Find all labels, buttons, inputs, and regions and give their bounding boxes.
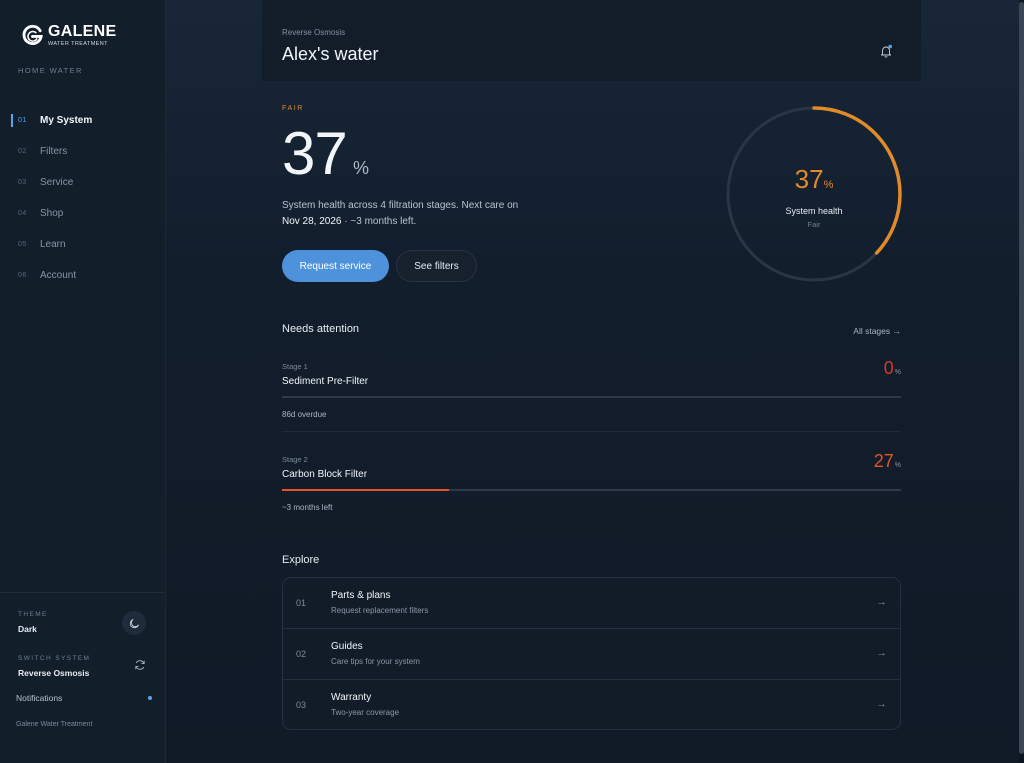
page-scrollbar[interactable]: [1019, 0, 1024, 763]
explore-item-subtitle: Two-year coverage: [331, 708, 400, 717]
status-badge: FAIR: [282, 105, 304, 112]
next-care-date: Nov 28, 2026: [282, 216, 342, 227]
footer-company: Galene Water Treatment: [16, 721, 93, 728]
sidebar-footer: THEME Dark SWITCH SYSTEM Reverse Osmosis…: [0, 592, 166, 728]
explore-item-number: 01: [296, 598, 307, 608]
stage-number: Stage 2: [282, 455, 308, 464]
stage-percent-value: 0: [883, 358, 894, 378]
brand-name: GALENE: [48, 23, 117, 40]
switch-system: SWITCH SYSTEM Reverse Osmosis: [18, 655, 90, 678]
theme-label: THEME: [18, 611, 48, 618]
brand-logo[interactable]: GALENE WATER TREATMENT: [21, 24, 116, 48]
gauge-label: System health: [785, 206, 843, 216]
stage-name: Sediment Pre-Filter: [282, 376, 369, 387]
explore-item-parts-plans[interactable]: 01 Parts & plans Request replacement fil…: [283, 578, 900, 629]
moon-icon: [129, 618, 139, 628]
notification-dot: [148, 696, 152, 700]
health-desc-prefix: System health across 4 filtration stages…: [282, 200, 519, 211]
gauge-number: 37: [794, 164, 824, 194]
arrow-right-icon: →: [876, 647, 887, 659]
health-value: 37: [282, 120, 348, 187]
brand-subtitle: WATER TREATMENT: [48, 41, 108, 47]
nav-number: 04: [18, 210, 27, 217]
gauge-status: Fair: [807, 220, 821, 229]
galene-logo-icon: [22, 25, 43, 46]
request-service-button[interactable]: Request service: [282, 250, 389, 282]
theme-toggle-button[interactable]: [122, 611, 146, 635]
nav-number: 05: [18, 241, 27, 248]
stage-percent-unit: %: [894, 369, 901, 376]
stage-note: ~3 months left: [282, 503, 333, 512]
sidebar: GALENE WATER TREATMENT HOME WATER 01 My …: [0, 0, 166, 763]
explore-item-subtitle: Request replacement filters: [331, 606, 429, 615]
explore-title: Explore: [282, 554, 320, 566]
gauge-unit: %: [823, 179, 834, 191]
notifications-link[interactable]: Notifications: [16, 693, 152, 703]
nav-label: Filters: [40, 146, 68, 157]
nav-number: 06: [18, 272, 27, 279]
explore-item-title: Warranty: [331, 692, 372, 703]
explore-item-guides[interactable]: 02 Guides Care tips for your system →: [283, 629, 900, 680]
switch-system-value: Reverse Osmosis: [18, 668, 90, 678]
page-title: Alex's water: [282, 44, 379, 64]
stage-card-1[interactable]: Stage 1 Sediment Pre-Filter 0% 86d overd…: [282, 358, 901, 419]
explore-item-title: Parts & plans: [331, 590, 391, 601]
stage-name: Carbon Block Filter: [282, 469, 368, 480]
see-filters-button[interactable]: See filters: [396, 250, 477, 282]
sidebar-nav: 01 My System 02 Filters 03 Service 04 Sh…: [0, 105, 166, 291]
stage-number: Stage 1: [282, 362, 308, 371]
stage-note: 86d overdue: [282, 410, 327, 419]
refresh-icon[interactable]: [134, 659, 146, 671]
nav-number: 01: [18, 117, 27, 124]
bell-icon[interactable]: [879, 44, 893, 58]
stage-percent-unit: %: [894, 462, 901, 469]
page-header: Reverse Osmosis Alex's water: [262, 0, 921, 81]
nav-label: Service: [40, 177, 74, 188]
sidebar-item-filters[interactable]: 02 Filters: [0, 136, 166, 167]
stage-progress-bar: [282, 489, 901, 491]
sidebar-item-account[interactable]: 06 Account: [0, 260, 166, 291]
theme-value: Dark: [18, 624, 37, 634]
explore-item-number: 03: [296, 700, 307, 710]
scrollbar-thumb[interactable]: [1019, 2, 1024, 754]
nav-label: Shop: [40, 208, 64, 219]
switch-system-label: SWITCH SYSTEM: [18, 655, 91, 662]
needs-attention-title: Needs attention: [282, 323, 360, 335]
explore-item-number: 02: [296, 649, 307, 659]
stage-percent: 27%: [874, 451, 901, 472]
arrow-right-icon: →: [876, 596, 887, 608]
all-stages-link[interactable]: All stages →: [853, 326, 901, 336]
theme-setting: THEME Dark: [18, 611, 48, 634]
stage-percent-value: 27: [873, 451, 894, 471]
health-unit: %: [353, 158, 370, 178]
gauge-value: 37%: [724, 164, 904, 195]
breadcrumb: Reverse Osmosis: [282, 28, 346, 37]
arrow-right-icon: →: [876, 698, 887, 710]
sidebar-item-shop[interactable]: 04 Shop: [0, 198, 166, 229]
nav-number: 02: [18, 148, 27, 155]
explore-list: 01 Parts & plans Request replacement fil…: [282, 577, 901, 730]
nav-number: 03: [18, 179, 27, 186]
notifications-label: Notifications: [16, 693, 63, 703]
sidebar-item-learn[interactable]: 05 Learn: [0, 229, 166, 260]
explore-item-title: Guides: [331, 641, 363, 652]
stage-percent: 0%: [884, 358, 901, 379]
stage-progress-fill: [282, 489, 450, 491]
stage-progress-bar: [282, 396, 901, 398]
health-description: System health across 4 filtration stages…: [282, 198, 552, 230]
nav-label: My System: [40, 115, 93, 126]
sidebar-item-service[interactable]: 03 Service: [0, 167, 166, 198]
health-desc-suffix: · ~3 months left.: [341, 216, 417, 227]
explore-item-warranty[interactable]: 03 Warranty Two-year coverage →: [283, 680, 900, 729]
sidebar-item-my-system[interactable]: 01 My System: [0, 105, 166, 136]
nav-label: Account: [40, 270, 77, 281]
sidebar-section-label: HOME WATER: [18, 66, 83, 75]
nav-label: Learn: [40, 239, 66, 250]
stage-card-2[interactable]: Stage 2 Carbon Block Filter 27% ~3 month…: [282, 451, 901, 512]
explore-item-subtitle: Care tips for your system: [331, 657, 420, 666]
stage-divider: [282, 431, 901, 432]
